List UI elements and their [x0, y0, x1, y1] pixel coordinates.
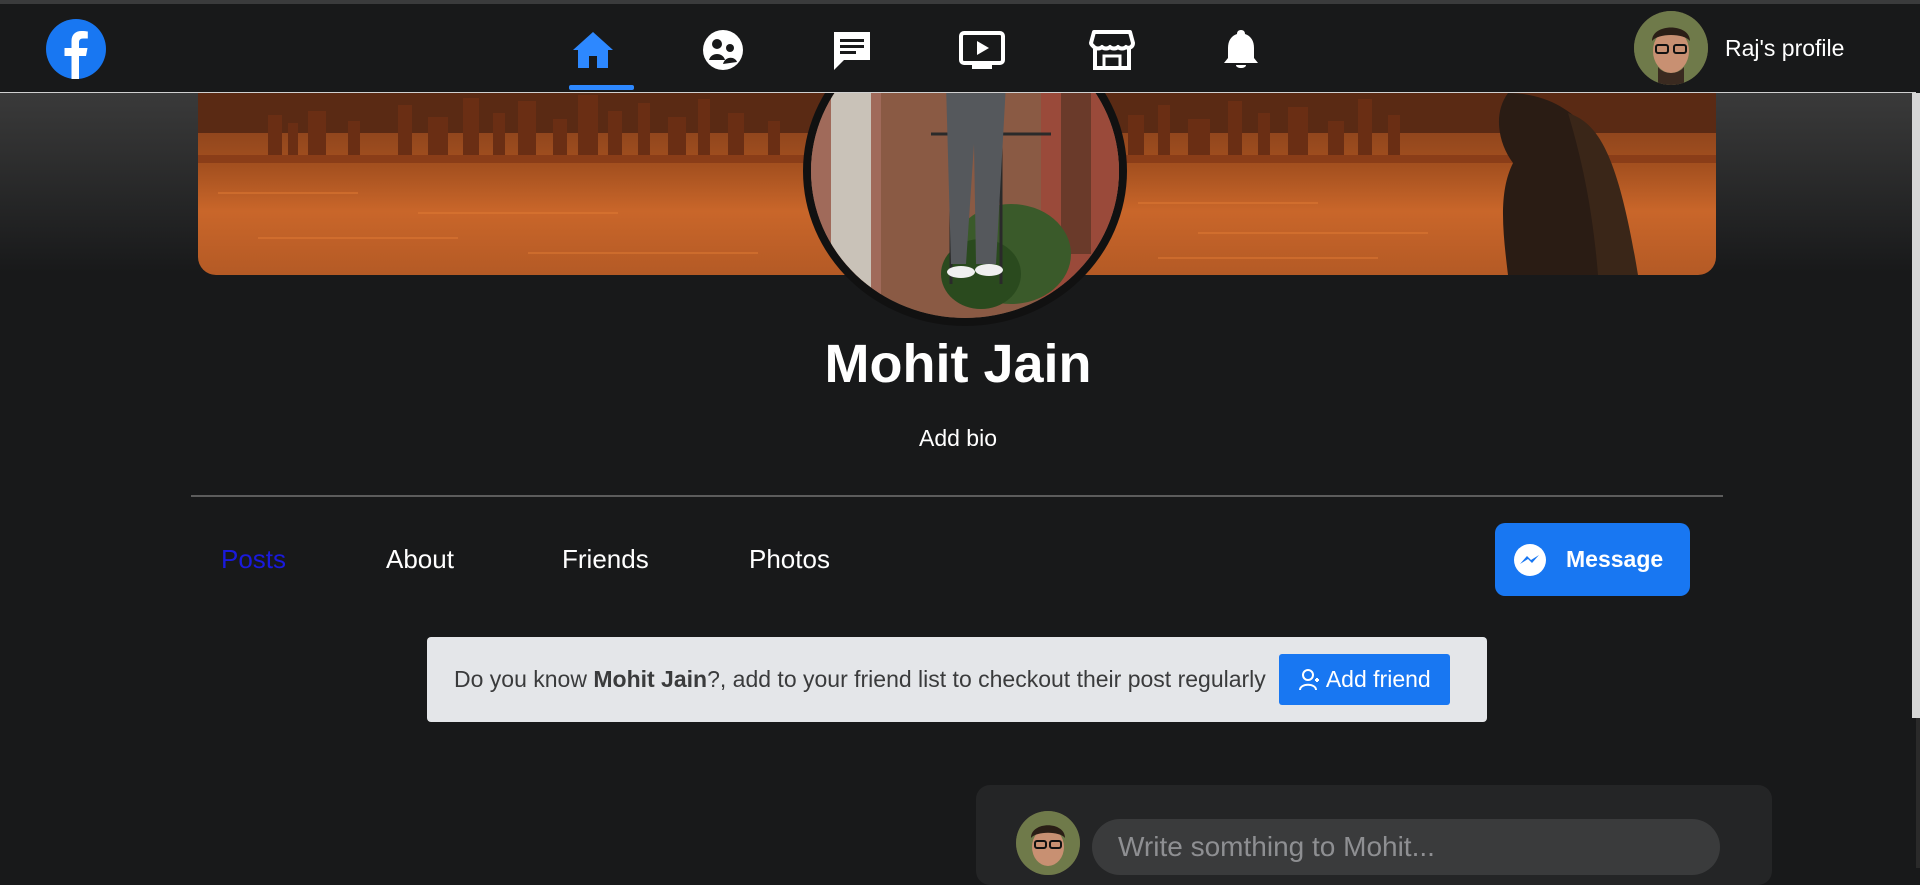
bell-icon — [1224, 30, 1258, 68]
add-friend-button-label: Add friend — [1325, 666, 1431, 692]
notifications-nav-button[interactable] — [1213, 22, 1269, 78]
user-avatar — [1634, 11, 1708, 85]
banner-text-name: Mohit Jain — [593, 666, 708, 692]
chat-icon — [834, 32, 870, 70]
home-icon — [573, 32, 613, 68]
groups-icon — [703, 30, 743, 70]
friend-suggestion-banner: Do you know Mohit Jain?, add to your fri… — [427, 637, 1487, 722]
account-profile-button[interactable]: Raj's profile — [1634, 10, 1844, 86]
add-friend-button[interactable]: Add friend — [1278, 654, 1450, 705]
groups-nav-button[interactable] — [695, 22, 751, 78]
message-button-label: Message — [1566, 546, 1664, 572]
composer-avatar — [1016, 811, 1080, 875]
watch-nav-button[interactable] — [954, 22, 1010, 78]
marketplace-nav-button[interactable] — [1084, 22, 1140, 78]
watch-icon — [959, 31, 1005, 69]
composer-avatar-image — [1016, 811, 1080, 875]
banner-text-suffix: ?, add to your friend list to checkout t… — [707, 666, 1266, 692]
profile-name: Mohit Jain — [824, 334, 1092, 394]
active-nav-indicator — [569, 85, 634, 90]
message-button[interactable]: Message — [1495, 523, 1690, 596]
top-navbar: Raj's profile — [0, 4, 1916, 93]
add-bio-link[interactable]: Add bio — [0, 425, 1916, 452]
nav-icon-group — [0, 4, 1916, 92]
post-composer-input[interactable] — [1092, 819, 1720, 875]
tab-friends[interactable]: Friends — [562, 544, 649, 575]
add-user-icon — [1298, 668, 1319, 690]
profile-divider — [191, 495, 1723, 497]
chat-nav-button[interactable] — [824, 22, 880, 78]
banner-text: Do you know Mohit Jain?, add to your fri… — [454, 666, 1266, 693]
tab-posts[interactable]: Posts — [221, 544, 286, 575]
user-avatar-image — [1634, 11, 1708, 85]
home-nav-button[interactable] — [565, 22, 621, 78]
post-composer — [976, 785, 1772, 885]
marketplace-icon — [1089, 30, 1135, 70]
banner-text-prefix: Do you know — [454, 666, 594, 692]
scrollbar-thumb[interactable] — [1912, 93, 1920, 718]
tab-about[interactable]: About — [386, 544, 454, 575]
tab-photos[interactable]: Photos — [749, 544, 830, 575]
messenger-icon — [1514, 543, 1546, 576]
account-profile-label: Raj's profile — [1725, 34, 1845, 61]
